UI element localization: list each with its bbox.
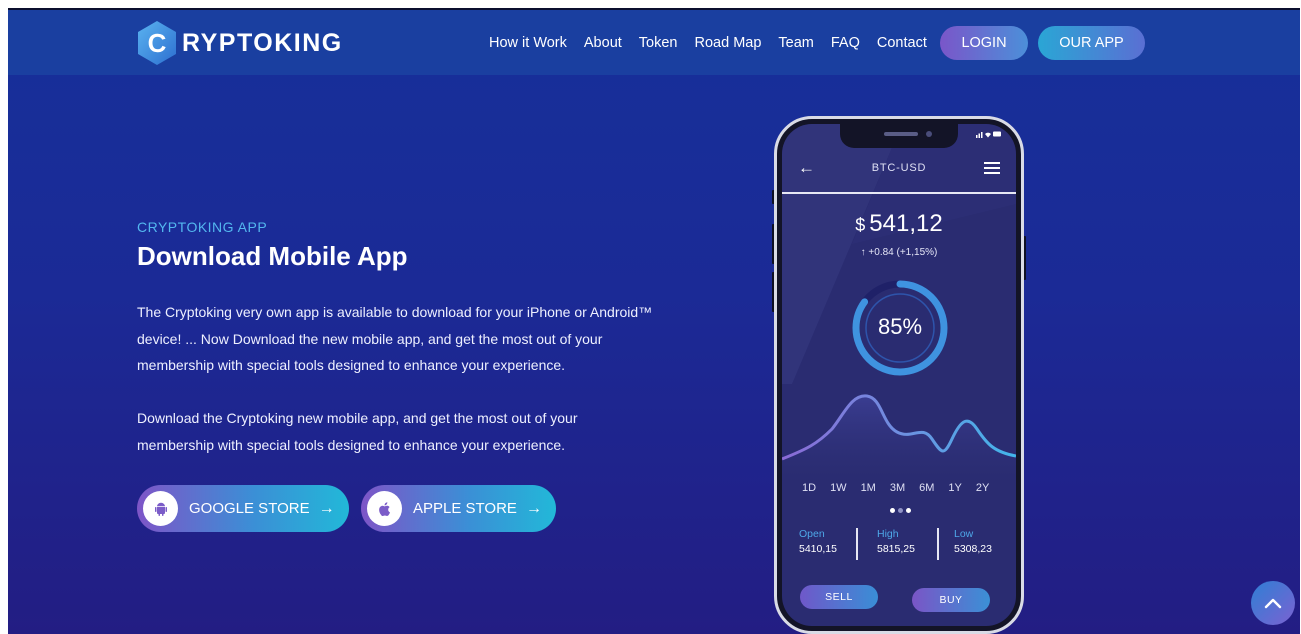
nav-how-it-work[interactable]: How it Work (489, 35, 567, 51)
range-1d[interactable]: 1D (802, 482, 816, 494)
main-nav: How it Work About Token Road Map Team FA… (489, 10, 944, 75)
range-2y[interactable]: 2Y (976, 482, 989, 494)
buy-button[interactable]: BUY (912, 588, 990, 612)
range-6m[interactable]: 6M (919, 482, 934, 494)
price-value: 541,12 (869, 210, 943, 237)
section-title: Download Mobile App (137, 241, 408, 271)
description-paragraph-2: Download the Cryptoking new mobile app, … (137, 410, 578, 453)
price-display: $541,12 (782, 210, 1016, 238)
currency-symbol: $ (855, 215, 866, 235)
logo[interactable]: C RYPTOKING (136, 20, 343, 66)
price-area-chart (782, 394, 1016, 484)
nav-contact[interactable]: Contact (877, 35, 927, 51)
section-eyebrow: CRYPTOKING APP (137, 219, 268, 235)
login-button[interactable]: LOGIN (940, 26, 1028, 60)
nav-team[interactable]: Team (778, 35, 813, 51)
sell-button[interactable]: SELL (800, 585, 878, 609)
status-bar-icons (976, 130, 1002, 140)
range-1m[interactable]: 1M (861, 482, 876, 494)
google-store-label: GOOGLE STORE (189, 500, 310, 517)
stat-low: Low 5308,23 (954, 528, 992, 555)
phone-mockup: ← BTC-USD $541,12 ↑ +0.84 (+1,15%) 85% 1… (772, 116, 1026, 634)
logo-text: RYPTOKING (182, 28, 343, 57)
phone-app-header: ← BTC-USD (782, 156, 1016, 188)
pager-dot[interactable] (898, 508, 903, 513)
stat-high-value: 5815,25 (877, 543, 915, 555)
apple-store-label: APPLE STORE (413, 500, 517, 517)
pager-dot[interactable] (890, 508, 895, 513)
nav-road-map[interactable]: Road Map (695, 35, 762, 51)
phone-notch (840, 124, 958, 148)
progress-text: 85% (877, 314, 923, 339)
trading-pair: BTC-USD (871, 162, 927, 174)
stat-open: Open 5410,15 (799, 528, 837, 555)
description-paragraph-1: The Cryptoking very own app is available… (137, 304, 653, 373)
price-change: ↑ +0.84 (+1,15%) (860, 247, 938, 258)
nav-faq[interactable]: FAQ (831, 35, 860, 51)
header-divider (782, 192, 1016, 194)
stat-high: High 5815,25 (877, 528, 915, 555)
nav-token[interactable]: Token (639, 35, 678, 51)
nav-about[interactable]: About (584, 35, 622, 51)
time-range-selector: 1D 1W 1M 3M 6M 1Y 2Y (802, 482, 1003, 494)
logo-hex-icon: C (138, 21, 176, 65)
range-1y[interactable]: 1Y (948, 482, 961, 494)
arrow-right-icon: → (318, 499, 335, 517)
range-3m[interactable]: 3M (890, 482, 905, 494)
range-1w[interactable]: 1W (830, 482, 847, 494)
google-store-button[interactable]: GOOGLE STORE → (137, 485, 349, 532)
apple-store-button[interactable]: APPLE STORE → (361, 485, 556, 532)
stat-high-label: High (877, 528, 899, 540)
apple-icon (367, 491, 402, 526)
stat-low-label: Low (954, 528, 974, 540)
android-icon (143, 491, 178, 526)
scroll-to-top-button[interactable] (1251, 581, 1295, 625)
stat-low-value: 5308,23 (954, 543, 992, 555)
pager-dot[interactable] (906, 508, 911, 513)
speaker-grille (884, 132, 918, 136)
stat-open-label: Open (799, 528, 825, 540)
stat-open-value: 5410,15 (799, 543, 837, 555)
stat-divider (937, 528, 939, 560)
svg-text:C: C (148, 28, 167, 58)
site-header: C RYPTOKING How it Work About Token Road… (8, 10, 1300, 75)
arrow-right-icon: → (525, 499, 542, 517)
stat-divider (856, 528, 858, 560)
page-frame: C RYPTOKING How it Work About Token Road… (8, 8, 1300, 634)
pager-dots (890, 508, 914, 513)
chevron-up-icon (1264, 598, 1282, 609)
menu-icon[interactable] (984, 162, 1000, 174)
front-camera (926, 131, 932, 137)
our-app-button[interactable]: OUR APP (1038, 26, 1145, 60)
phone-screen: ← BTC-USD $541,12 ↑ +0.84 (+1,15%) 85% 1… (782, 124, 1016, 626)
